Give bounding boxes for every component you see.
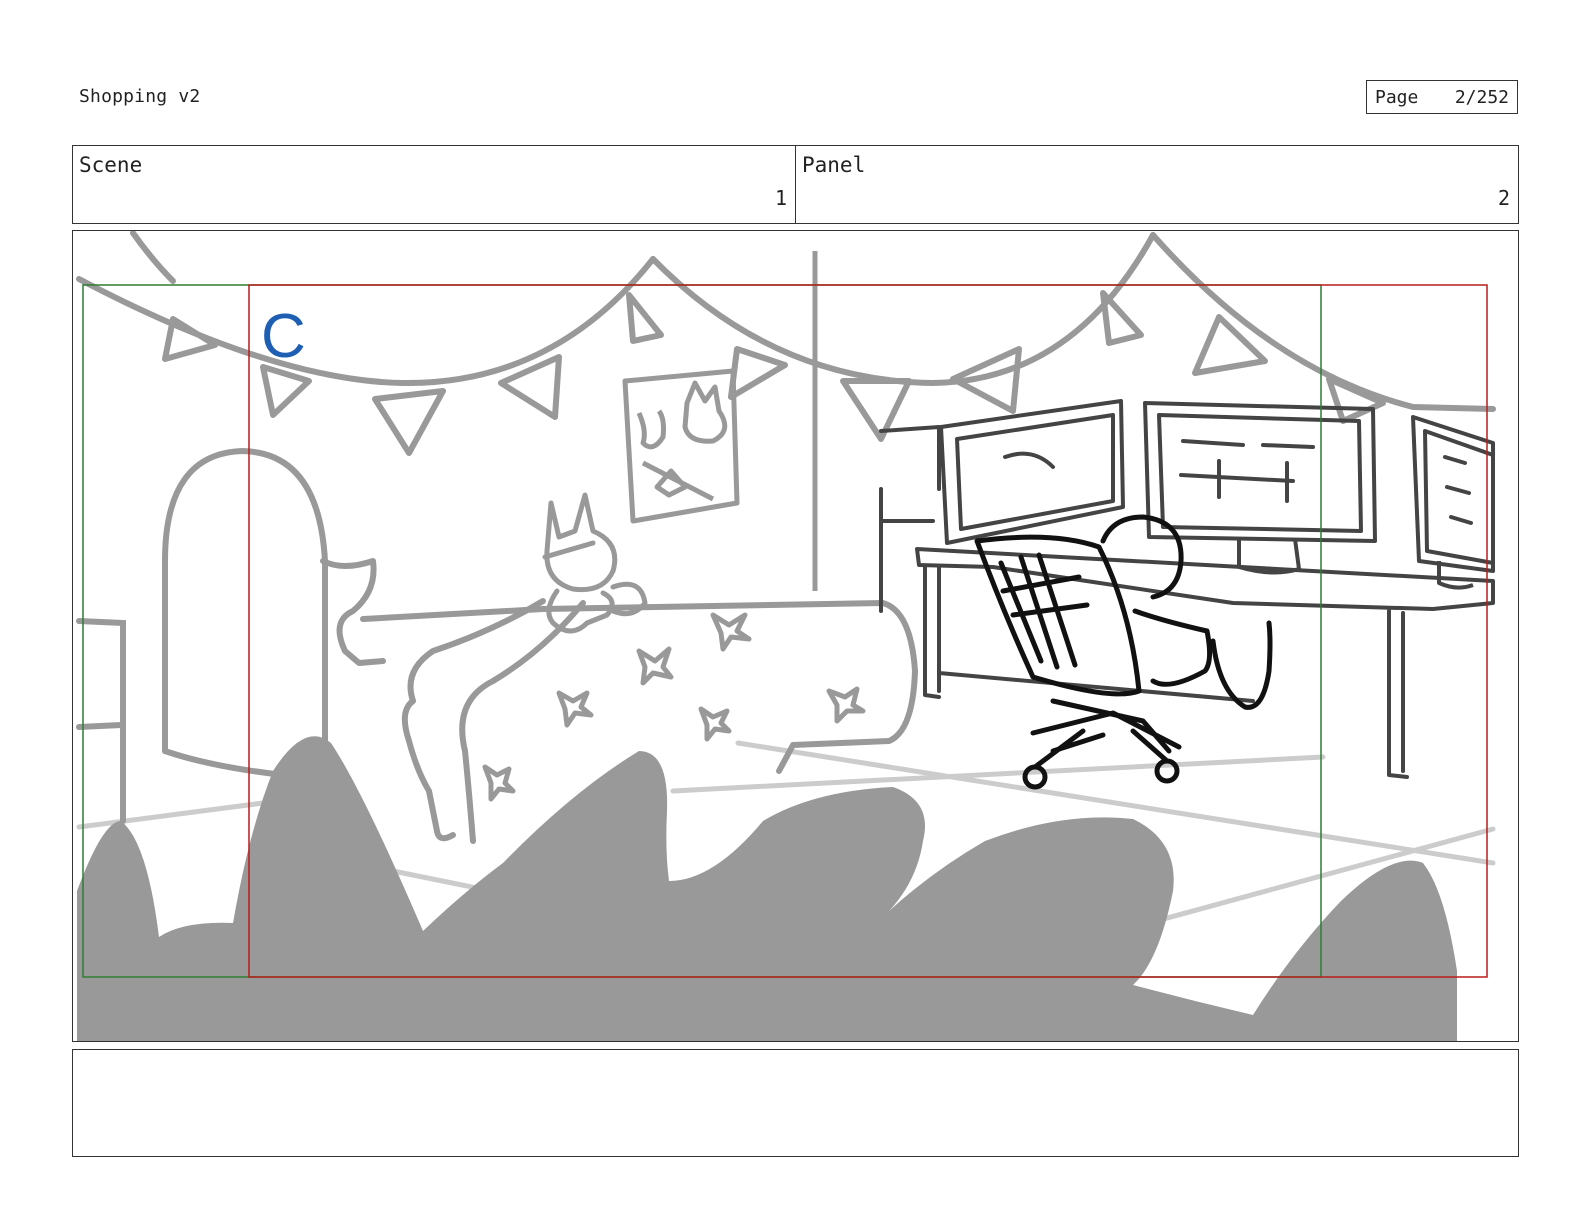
character-in-chair: [974, 514, 1273, 790]
panel-number: 2: [1497, 186, 1510, 210]
panel-notes-box[interactable]: [72, 1049, 1519, 1157]
panel-label: Panel: [802, 153, 866, 177]
doc-title: Shopping v2: [79, 86, 201, 107]
camera-marker-label: C: [261, 302, 306, 371]
page-number: 2/252: [1454, 86, 1509, 108]
wall-poster: [622, 368, 740, 524]
desk: [879, 425, 1495, 779]
scene-panel-header: Scene 1 Panel 2: [72, 145, 1519, 224]
foreground-bushes: [77, 736, 1457, 1041]
scene-label: Scene: [79, 153, 143, 177]
panel-drawing: C: [76, 231, 1496, 1041]
panel-cell: Panel 2: [795, 146, 1518, 223]
storyboard-panel: C: [72, 230, 1519, 1042]
page-label: Page: [1375, 86, 1419, 108]
scene-cell: Scene 1: [73, 146, 795, 223]
scene-number: 1: [774, 186, 787, 210]
page-indicator: Page 2/252: [1366, 80, 1518, 114]
monitor-screen-marks: [1003, 439, 1473, 525]
